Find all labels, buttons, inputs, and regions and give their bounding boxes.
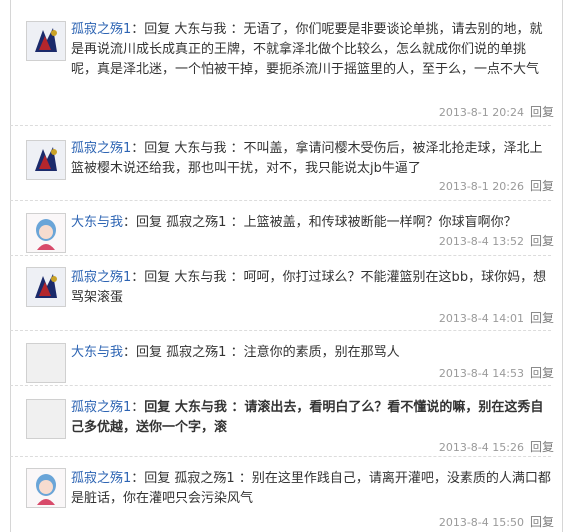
- reply-item: 孤寂之殇1：回复 大东与我 ：不叫盖，拿请问樱木受伤后，被泽北抢走球，泽北上篮被…: [11, 126, 562, 206]
- reply-time: 2013-8-4 13:52: [438, 235, 524, 248]
- reply-author-link[interactable]: 孤寂之殇1: [71, 22, 131, 37]
- reply-content: 孤寂之殇1：回复 大东与我 ：不叫盖，拿请问樱木受伤后，被泽北抢走球，泽北上篮被…: [71, 139, 551, 179]
- reply-item: 孤寂之殇1：回复 大东与我 ：无语了，你们呢要是非要谈论单挑，请去别的地，就是再…: [11, 0, 562, 120]
- reply-text: 回复 孤寂之殇1 ：注意你的素质，别在那骂人: [136, 345, 400, 360]
- frame-right-border: [562, 0, 563, 532]
- reply-content: 孤寂之殇1：回复 孤寂之殇1 ：别在这里作践自己，请离开灌吧，没素质的人满口都是…: [71, 469, 551, 509]
- reply-colon: ：: [123, 215, 137, 230]
- reply-colon: ：: [131, 471, 145, 486]
- reply-author-link[interactable]: 大东与我: [71, 345, 123, 360]
- reply-button[interactable]: 回复: [530, 105, 554, 119]
- reply-button[interactable]: 回复: [530, 366, 554, 380]
- reply-content: 孤寂之殇1：回复 大东与我 ：请滚出去，看明白了么？看不懂说的嘛，别在这秀自己多…: [71, 398, 551, 438]
- reply-item: 孤寂之殇1：回复 大东与我 ：呵呵，你打过球么？不能灌篮别在这bb，球你妈，想骂…: [11, 256, 562, 330]
- reply-colon: ：: [131, 270, 145, 285]
- avatar[interactable]: [26, 213, 66, 253]
- reply-content: 孤寂之殇1：回复 大东与我 ：无语了，你们呢要是非要谈论单挑，请去别的地，就是再…: [71, 20, 551, 80]
- avatar[interactable]: [26, 21, 66, 61]
- reply-item: 大东与我：回复 孤寂之殇1 ：上篮被盖，和传球被断能一样啊？你球盲啊你？ 201…: [11, 201, 562, 256]
- reply-item: 大东与我：回复 孤寂之殇1 ：注意你的素质，别在那骂人 2013-8-4 14:…: [11, 331, 562, 386]
- reply-meta: 2013-8-4 15:50 回复: [439, 515, 554, 530]
- avatar[interactable]: [26, 267, 66, 307]
- reply-meta: 2013-8-1 20:26 回复: [439, 179, 554, 194]
- reply-content: 大东与我：回复 孤寂之殇1 ：上篮被盖，和传球被断能一样啊？你球盲啊你？: [71, 213, 551, 233]
- reply-button[interactable]: 回复: [530, 234, 554, 248]
- avatar[interactable]: [26, 399, 66, 439]
- reply-meta: 2013-8-4 13:52 回复: [439, 234, 554, 249]
- reply-text: 回复 孤寂之殇1 ：上篮被盖，和传球被断能一样啊？你球盲啊你？: [136, 215, 517, 230]
- reply-colon: ：: [131, 141, 145, 156]
- reply-author-link[interactable]: 孤寂之殇1: [71, 400, 131, 415]
- reply-time: 2013-8-1 20:24: [438, 106, 524, 119]
- reply-item: 孤寂之殇1：回复 大东与我 ：请滚出去，看明白了么？看不懂说的嘛，别在这秀自己多…: [11, 386, 562, 456]
- reply-time: 2013-8-4 14:01: [438, 312, 524, 325]
- reply-item: 孤寂之殇1：回复 孤寂之殇1 ：别在这里作践自己，请离开灌吧，没素质的人满口都是…: [11, 457, 562, 532]
- reply-time: 2013-8-4 15:50: [438, 516, 524, 529]
- reply-author-link[interactable]: 孤寂之殇1: [71, 270, 131, 285]
- reply-time: 2013-8-4 14:53: [438, 367, 524, 380]
- reply-button[interactable]: 回复: [530, 515, 554, 529]
- avatar[interactable]: [26, 343, 66, 383]
- reply-button[interactable]: 回复: [530, 311, 554, 325]
- reply-button[interactable]: 回复: [530, 440, 554, 454]
- reply-meta: 2013-8-4 15:26 回复: [439, 440, 554, 455]
- reply-colon: ：: [123, 345, 137, 360]
- reply-content: 孤寂之殇1：回复 大东与我 ：呵呵，你打过球么？不能灌篮别在这bb，球你妈，想骂…: [71, 268, 551, 308]
- avatar[interactable]: [26, 468, 66, 508]
- reply-meta: 2013-8-4 14:53 回复: [439, 366, 554, 381]
- reply-colon: ：: [131, 22, 145, 37]
- reply-content: 大东与我：回复 孤寂之殇1 ：注意你的素质，别在那骂人: [71, 343, 551, 363]
- reply-time: 2013-8-1 20:26: [438, 180, 524, 193]
- reply-time: 2013-8-4 15:26: [438, 441, 524, 454]
- avatar[interactable]: [26, 140, 66, 180]
- reply-button[interactable]: 回复: [530, 179, 554, 193]
- reply-author-link[interactable]: 孤寂之殇1: [71, 471, 131, 486]
- reply-author-link[interactable]: 大东与我: [71, 215, 123, 230]
- reply-author-link[interactable]: 孤寂之殇1: [71, 141, 131, 156]
- reply-meta: 2013-8-4 14:01 回复: [439, 311, 554, 326]
- reply-meta: 2013-8-1 20:24 回复: [439, 105, 554, 120]
- reply-colon: ：: [131, 400, 145, 415]
